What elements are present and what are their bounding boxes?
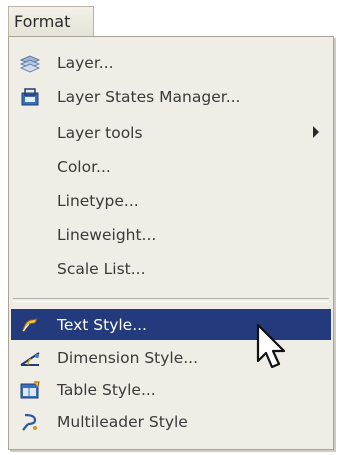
menu-item-layer-states-manager[interactable]: Layer States Manager... [11,81,331,112]
mouse-pointer-icon [256,323,286,369]
menu-item-layer-tools[interactable]: Layer tools [11,117,331,148]
menu-item-scale-list[interactable]: Scale List... [11,253,331,284]
menubar-format[interactable]: Format [8,6,94,36]
multileader-style-icon [22,413,37,431]
menu-item-label: Lineweight... [57,225,157,244]
menu-item-label: Table Style... [57,380,156,399]
menu-item-layer[interactable]: Layer... [11,47,331,78]
menu-item-label: Multileader Style [57,412,188,431]
menu-item-multileader-style[interactable]: Multileader Style [11,406,331,437]
menu-item-label: Dimension Style... [57,348,199,367]
menu-item-label: Color... [57,157,111,176]
menu-item-lineweight[interactable]: Lineweight... [11,219,331,250]
menu-item-label: Scale List... [57,259,146,278]
menu-separator [13,298,329,302]
layers-icon [19,55,41,73]
menu-item-label: Linetype... [57,191,139,210]
menu-item-label: Layer... [57,53,114,72]
format-menu: Layer... Layer States Manager... Layer t… [8,36,334,450]
layer-states-icon [21,88,39,106]
menu-item-label: Text Style... [57,315,147,334]
menu-item-label: Layer tools [57,123,143,142]
text-style-icon [22,318,38,332]
menubar-format-label: Format [14,12,71,31]
menu-item-label: Layer States Manager... [57,87,241,106]
table-style-icon [20,381,40,399]
submenu-arrow-icon [313,126,319,138]
menu-item-color[interactable]: Color... [11,151,331,182]
dimension-style-icon [20,352,40,366]
menu-item-linetype[interactable]: Linetype... [11,185,331,216]
